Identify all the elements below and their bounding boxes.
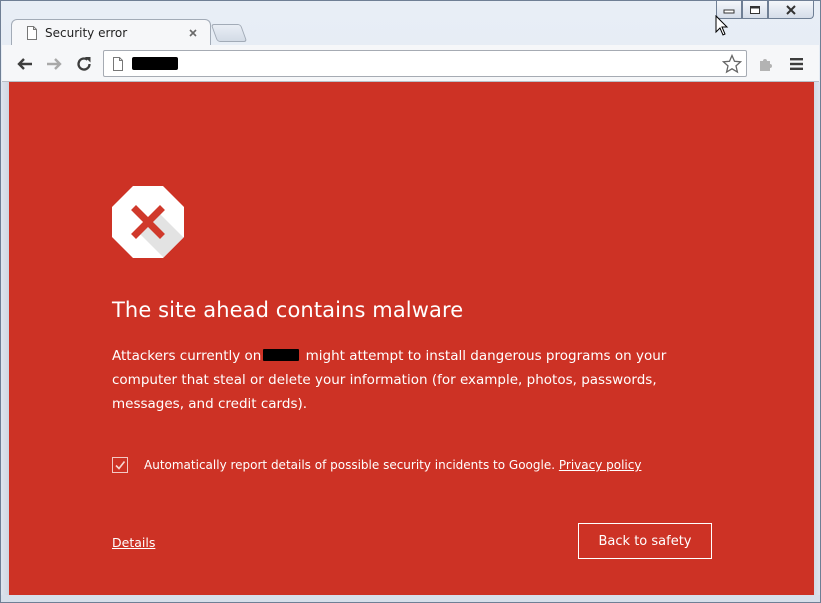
- report-checkbox[interactable]: [112, 457, 128, 473]
- forward-button[interactable]: [43, 53, 65, 75]
- puzzle-icon[interactable]: [757, 55, 775, 73]
- page-headline: The site ahead contains malware: [112, 298, 464, 322]
- hamburger-icon[interactable]: [789, 56, 805, 72]
- page-icon: [113, 56, 123, 71]
- url-text-redacted: [132, 57, 178, 70]
- warning-description: Attackers currently on might attempt to …: [112, 344, 727, 416]
- details-link[interactable]: Details: [112, 535, 155, 550]
- site-name-redacted: [263, 349, 300, 361]
- description-start: Attackers currently on: [112, 348, 262, 364]
- stop-sign-x-icon: [112, 186, 184, 258]
- close-window-button[interactable]: [768, 1, 814, 19]
- restore-button[interactable]: [742, 1, 768, 19]
- tab-security-error[interactable]: Security error: [11, 19, 211, 46]
- address-bar[interactable]: [103, 50, 747, 77]
- restore-icon: [750, 5, 760, 14]
- mouse-cursor-icon: [715, 15, 729, 36]
- arrow-left-icon: [17, 58, 32, 70]
- report-option: Automatically report details of possible…: [112, 457, 641, 473]
- report-label-text: Automatically report details of possible…: [144, 458, 556, 472]
- new-tab-button[interactable]: [210, 24, 248, 42]
- close-icon: [786, 4, 796, 15]
- page-icon: [27, 26, 37, 40]
- checkmark-icon: [115, 461, 126, 470]
- window-controls: [716, 1, 814, 20]
- tab-title: Security error: [45, 26, 128, 40]
- tab-close-icon[interactable]: [186, 26, 200, 40]
- arrow-right-icon: [47, 58, 62, 70]
- report-label: Automatically report details of possible…: [144, 458, 641, 472]
- privacy-policy-link[interactable]: Privacy policy: [559, 458, 642, 472]
- star-icon[interactable]: [722, 54, 742, 74]
- back-to-safety-button[interactable]: Back to safety: [578, 523, 712, 559]
- reload-icon: [77, 57, 91, 71]
- back-button[interactable]: [14, 53, 36, 75]
- browser-window: Security error The site ahead contains m…: [0, 0, 821, 603]
- toolbar: [2, 45, 819, 82]
- minimize-icon: [723, 9, 735, 13]
- window-frame-left: [1, 82, 9, 595]
- reload-button[interactable]: [73, 53, 95, 75]
- interstitial-page: The site ahead contains malware Attacker…: [9, 82, 814, 595]
- tab-strip: Security error: [11, 19, 611, 46]
